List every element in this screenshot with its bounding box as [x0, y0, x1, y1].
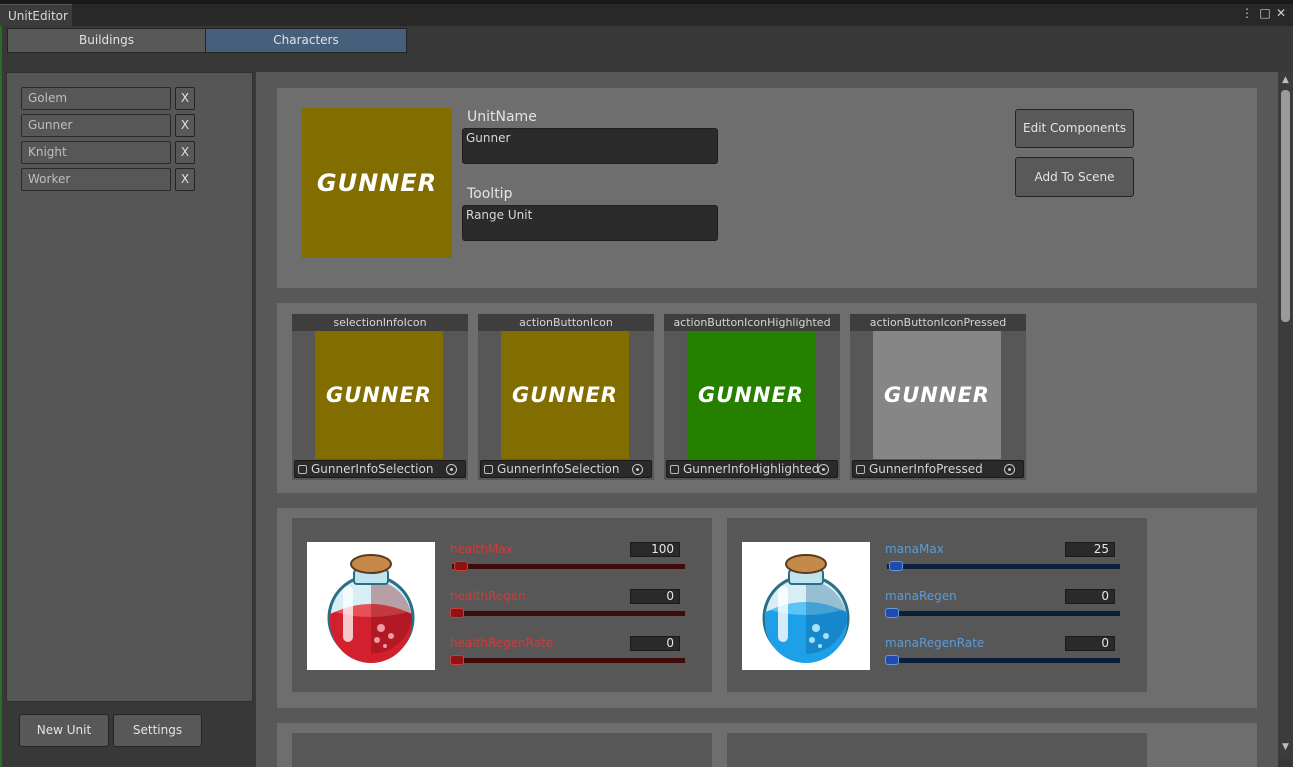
sprite-icon — [856, 465, 865, 474]
slot-header: selectionInfoIcon — [292, 314, 468, 331]
scroll-down-icon[interactable]: ▼ — [1280, 741, 1291, 753]
window-tab[interactable]: UnitEditor — [0, 4, 72, 26]
object-field-value: GunnerInfoPressed — [869, 462, 983, 476]
portrait-text: GUNNER — [316, 169, 438, 197]
unit-name-field-knight[interactable]: Knight — [21, 141, 171, 164]
icon-slot-action-button: actionButtonIcon GUNNER GunnerInfoSelect… — [478, 314, 654, 480]
settings-button[interactable]: Settings — [113, 714, 202, 747]
health-regen-label: healthRegen — [450, 589, 526, 603]
icon-slot-action-button-highlighted: actionButtonIconHighlighted GUNNER Gunne… — [664, 314, 840, 480]
object-field-value: GunnerInfoSelection — [497, 462, 620, 476]
slot-preview-image: GUNNER — [687, 331, 815, 459]
mana-regen-slider[interactable] — [887, 611, 1120, 616]
health-regen-rate-slider-handle[interactable] — [450, 655, 464, 665]
unit-list-item: Golem X — [21, 87, 201, 110]
unit-name-field-golem[interactable]: Golem — [21, 87, 171, 110]
unit-name-input[interactable]: Gunner — [462, 128, 718, 164]
sprite-icon — [670, 465, 679, 474]
slot-header: actionButtonIconPressed — [850, 314, 1026, 331]
mana-max-slider-handle[interactable] — [889, 561, 904, 571]
new-unit-button[interactable]: New Unit — [19, 714, 109, 747]
window-edge — [0, 26, 2, 767]
object-picker-icon[interactable] — [1004, 464, 1015, 475]
icon-slot-selection-info: selectionInfoIcon GUNNER GunnerInfoSelec… — [292, 314, 468, 480]
next-section-panel-left — [292, 733, 712, 767]
sprite-icon — [484, 465, 493, 474]
slot-preview-text: GUNNER — [698, 383, 804, 407]
object-field[interactable]: GunnerInfoSelection — [480, 460, 652, 478]
mana-max-label: manaMax — [885, 542, 944, 556]
health-max-slider-handle[interactable] — [454, 561, 469, 571]
delete-unit-gunner-button[interactable]: X — [175, 114, 195, 137]
tooltip-input[interactable]: Range Unit — [462, 205, 718, 241]
unit-list-item: Worker X — [21, 168, 201, 191]
scrollbar-thumb[interactable] — [1281, 90, 1290, 322]
next-section-panel-right — [727, 733, 1147, 767]
slot-header: actionButtonIcon — [478, 314, 654, 331]
red-potion-icon — [307, 542, 435, 670]
close-icon[interactable]: ✕ — [1274, 6, 1288, 20]
edit-components-button[interactable]: Edit Components — [1015, 109, 1134, 148]
health-regen-slider-handle[interactable] — [450, 608, 464, 618]
health-regen-slider[interactable] — [452, 611, 685, 616]
more-options-icon[interactable]: ⋮ — [1240, 6, 1254, 20]
unit-editor-window: UnitEditor ⋮ □ ✕ Buildings Characters Go… — [0, 0, 1293, 767]
mana-regen-rate-input[interactable]: 0 — [1065, 636, 1115, 651]
object-picker-icon[interactable] — [818, 464, 829, 475]
unit-list-item: Gunner X — [21, 114, 201, 137]
window-bar — [72, 4, 1293, 26]
mana-regen-label: manaRegen — [885, 589, 957, 603]
health-max-input[interactable]: 100 — [630, 542, 680, 557]
unit-name-label: UnitName — [467, 109, 537, 125]
object-picker-icon[interactable] — [446, 464, 457, 475]
unit-portrait[interactable]: GUNNER — [302, 108, 452, 258]
mana-regen-rate-label: manaRegenRate — [885, 636, 985, 650]
health-regen-rate-input[interactable]: 0 — [630, 636, 680, 651]
slot-preview-image: GUNNER — [315, 331, 443, 459]
object-field[interactable]: GunnerInfoHighlighted — [666, 460, 838, 478]
tab-buildings[interactable]: Buildings — [7, 28, 206, 53]
health-regen-input[interactable]: 0 — [630, 589, 680, 604]
health-max-slider[interactable] — [452, 564, 685, 569]
scroll-up-icon[interactable]: ▲ — [1280, 74, 1291, 86]
sprite-icon — [298, 465, 307, 474]
object-field[interactable]: GunnerInfoPressed — [852, 460, 1024, 478]
maximize-icon[interactable]: □ — [1258, 6, 1272, 20]
unit-list-item: Knight X — [21, 141, 201, 164]
delete-unit-golem-button[interactable]: X — [175, 87, 195, 110]
delete-unit-knight-button[interactable]: X — [175, 141, 195, 164]
tab-characters[interactable]: Characters — [205, 28, 407, 53]
health-regen-rate-slider[interactable] — [452, 658, 685, 663]
health-regen-rate-label: healthRegenRate — [450, 636, 554, 650]
slot-header: actionButtonIconHighlighted — [664, 314, 840, 331]
blue-potion-icon — [742, 542, 870, 670]
object-picker-icon[interactable] — [632, 464, 643, 475]
mana-regen-rate-slider-handle[interactable] — [885, 655, 899, 665]
object-field[interactable]: GunnerInfoSelection — [294, 460, 466, 478]
slot-preview-image: GUNNER — [873, 331, 1001, 459]
mana-stats-panel: manaMax 25 manaRegen 0 manaRegenRate 0 — [727, 518, 1147, 692]
mana-regen-rate-slider[interactable] — [887, 658, 1120, 663]
unit-name-field-gunner[interactable]: Gunner — [21, 114, 171, 137]
add-to-scene-button[interactable]: Add To Scene — [1015, 157, 1134, 197]
mana-max-input[interactable]: 25 — [1065, 542, 1115, 557]
health-max-label: healthMax — [450, 542, 513, 556]
icon-slot-action-button-pressed: actionButtonIconPressed GUNNER GunnerInf… — [850, 314, 1026, 480]
mana-max-slider[interactable] — [887, 564, 1120, 569]
object-field-value: GunnerInfoHighlighted — [683, 462, 820, 476]
unit-name-field-worker[interactable]: Worker — [21, 168, 171, 191]
slot-preview-text: GUNNER — [326, 383, 432, 407]
object-field-value: GunnerInfoSelection — [311, 462, 434, 476]
unit-list-panel: Golem X Gunner X Knight X Worker X — [6, 72, 253, 702]
delete-unit-worker-button[interactable]: X — [175, 168, 195, 191]
tooltip-label: Tooltip — [467, 186, 513, 202]
mana-regen-slider-handle[interactable] — [885, 608, 899, 618]
mana-regen-input[interactable]: 0 — [1065, 589, 1115, 604]
health-stats-panel: healthMax 100 healthRegen 0 healthRegenR… — [292, 518, 712, 692]
slot-preview-text: GUNNER — [884, 383, 990, 407]
slot-preview-image: GUNNER — [501, 331, 629, 459]
slot-preview-text: GUNNER — [512, 383, 618, 407]
